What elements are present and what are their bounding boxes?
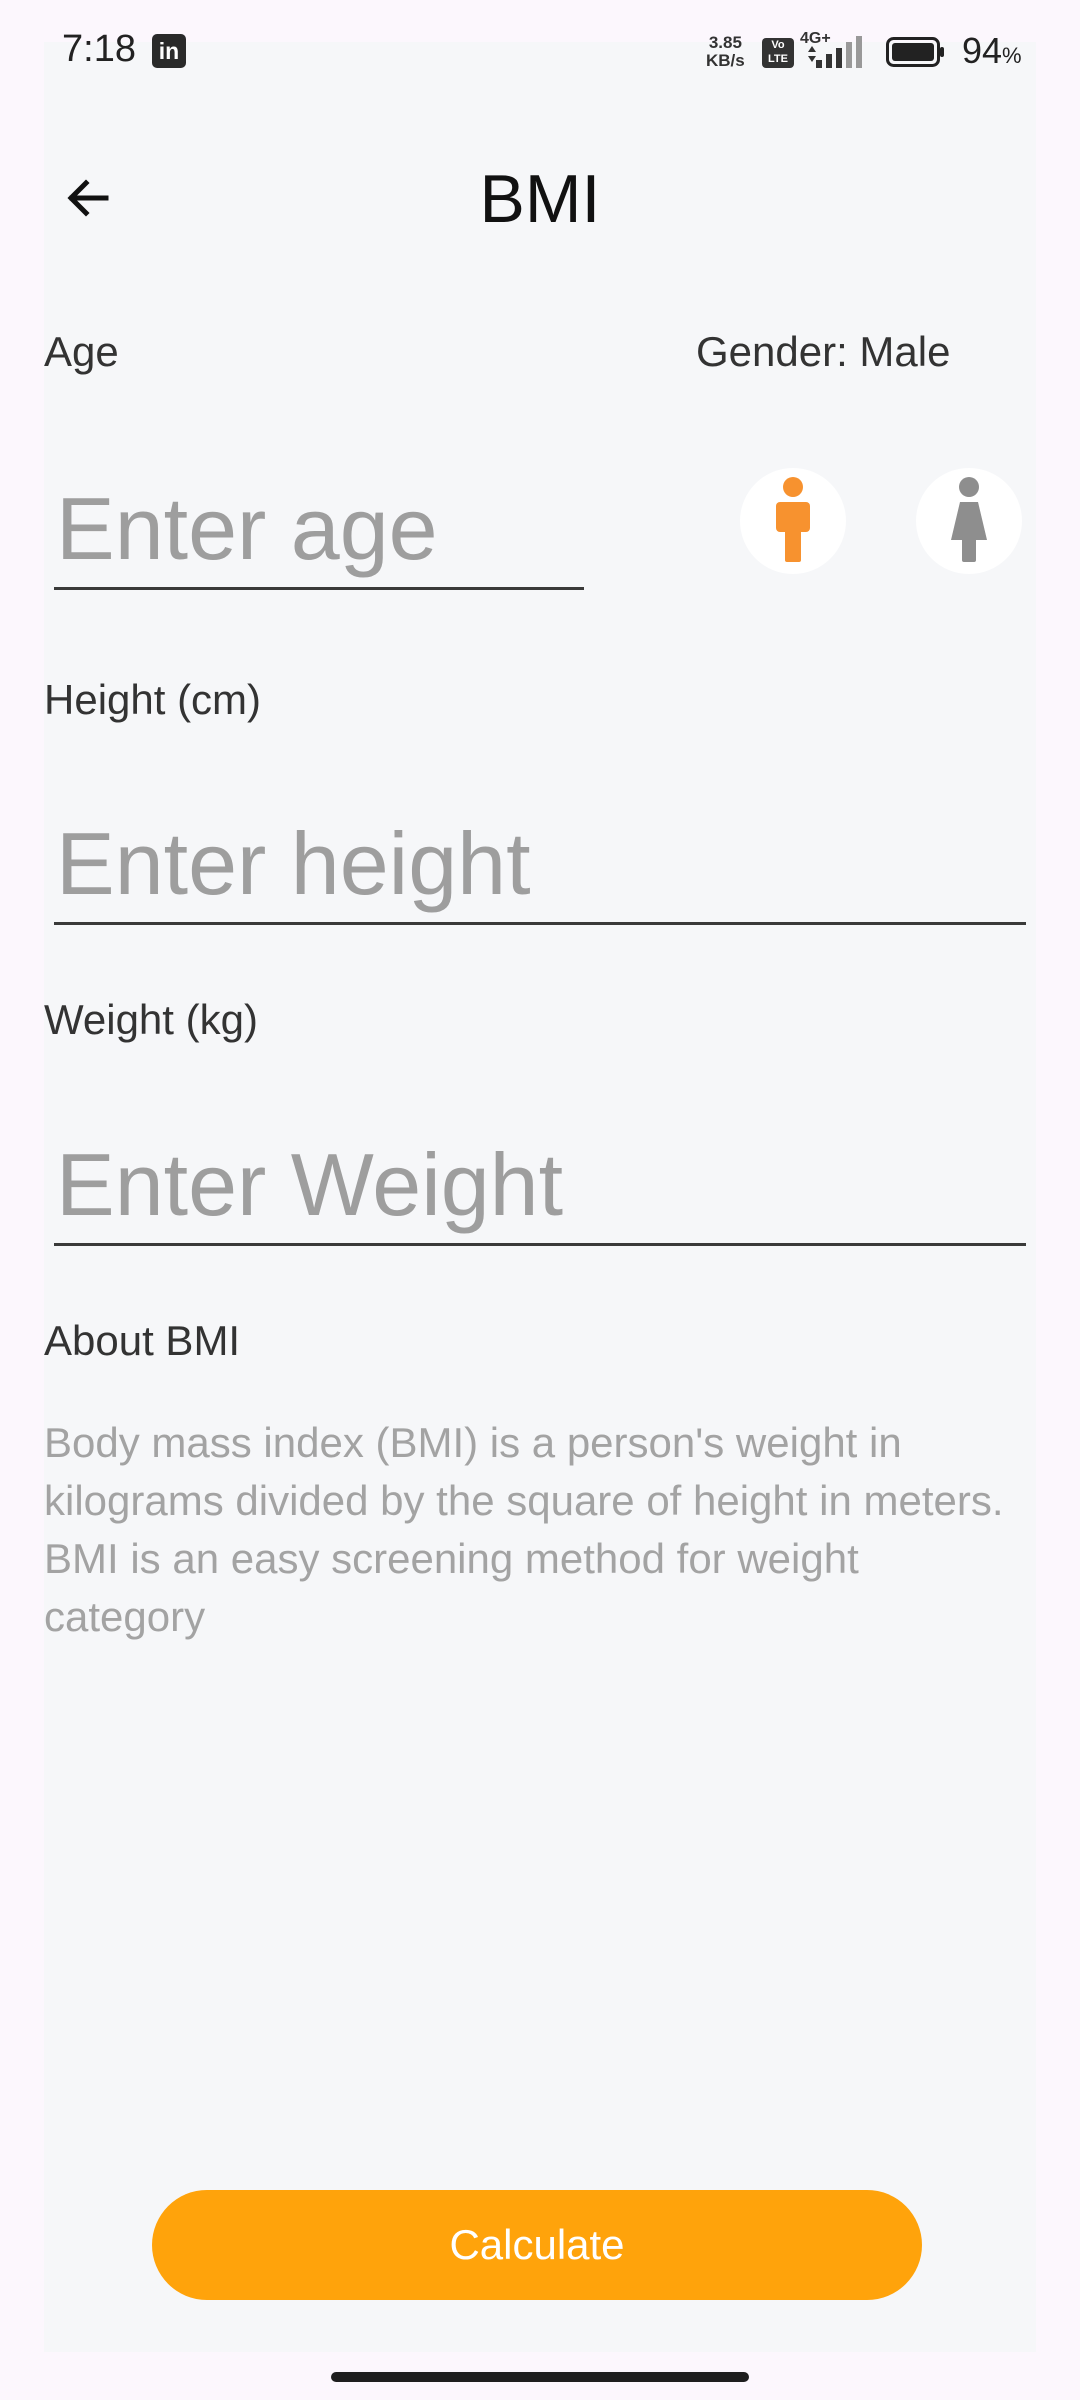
female-gender-button[interactable]	[916, 468, 1022, 574]
about-heading: About BMI	[44, 1317, 241, 1364]
male-gender-button[interactable]	[740, 468, 846, 574]
battery-percent-unit: %	[1002, 43, 1022, 68]
linkedin-icon: in	[152, 34, 186, 68]
height-input[interactable]	[54, 805, 1026, 925]
age-label: Age	[44, 328, 119, 375]
volte-bottom: LTE	[768, 53, 788, 65]
calculate-button[interactable]: Calculate	[152, 2190, 922, 2300]
network-speed-value: 3.85	[708, 33, 742, 52]
weight-label: Weight (kg)	[44, 996, 258, 1043]
weight-input[interactable]	[54, 1126, 1026, 1246]
network-speed: 3.85 KB/s	[706, 34, 745, 70]
status-bar: 7:18 in 3.85 KB/s Vo LTE 4G+ 94%	[0, 0, 1080, 100]
battery-percent: 94%	[962, 30, 1022, 72]
volte-icon: Vo LTE	[762, 38, 794, 68]
male-person-icon	[776, 477, 810, 562]
battery-percent-value: 94	[962, 30, 1003, 71]
age-input[interactable]	[54, 470, 584, 590]
height-label: Height (cm)	[44, 676, 262, 723]
gender-label: Gender: Male	[696, 328, 951, 375]
battery-icon	[886, 37, 944, 67]
female-person-icon	[951, 477, 987, 562]
volte-top: Vo	[771, 39, 785, 51]
home-indicator[interactable]	[331, 2372, 749, 2382]
page-title: BMI	[479, 161, 601, 237]
signal-strength-icon	[808, 36, 862, 68]
status-time: 7:18	[62, 28, 136, 70]
about-description: Body mass index (BMI) is a person's weig…	[44, 1419, 1004, 1640]
network-speed-unit: KB/s	[706, 51, 745, 70]
